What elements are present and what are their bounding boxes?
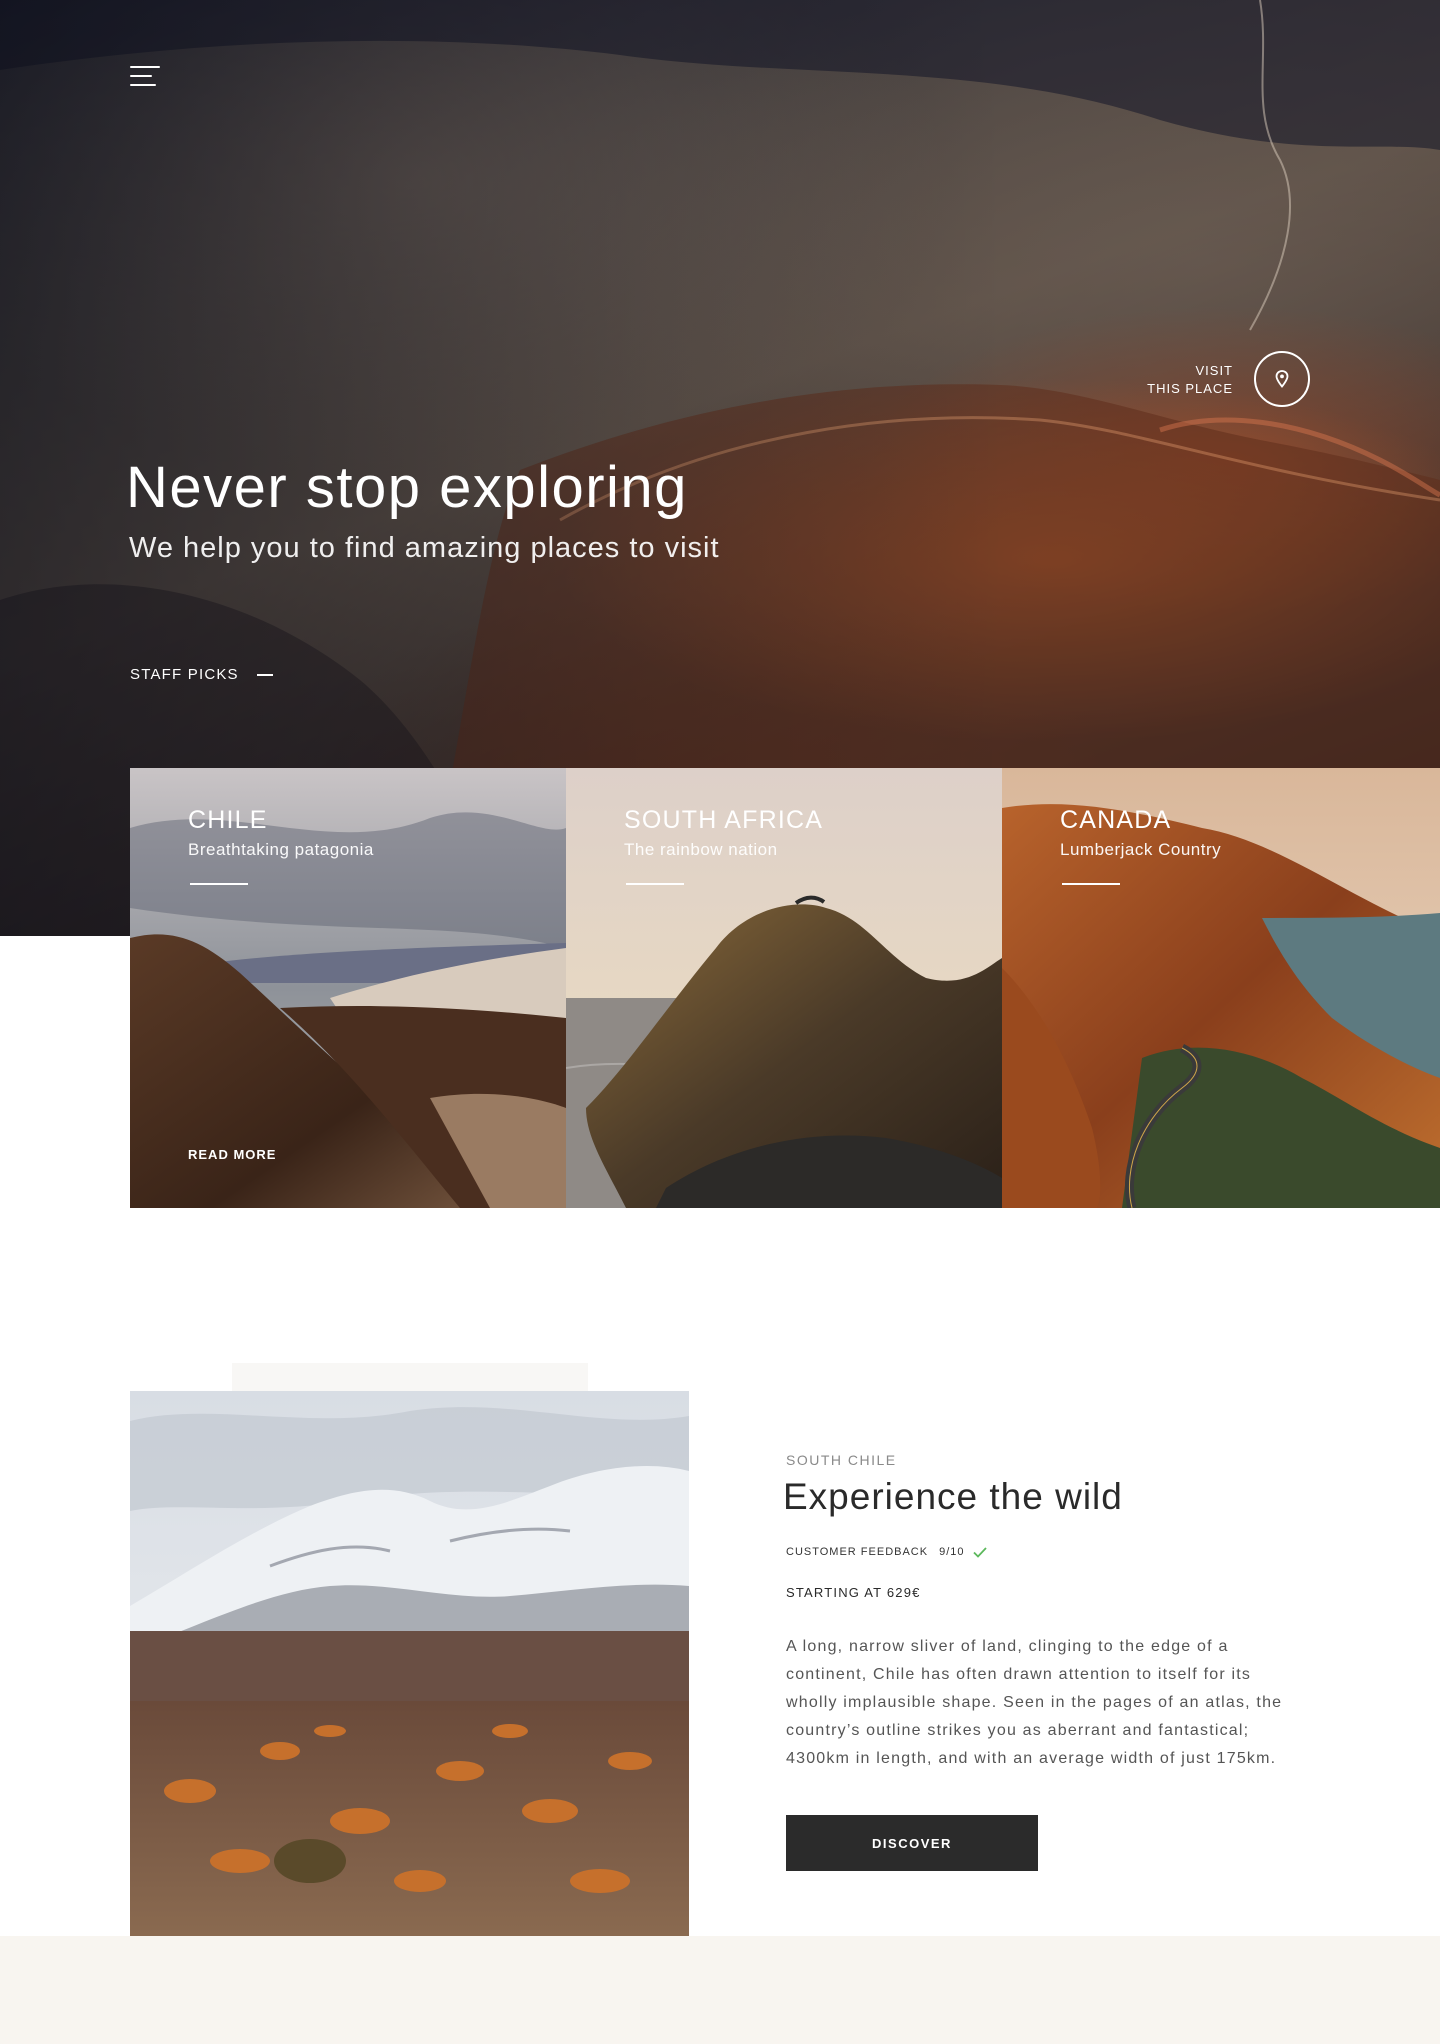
feature-description: A long, narrow sliver of land, clinging … [786, 1638, 1283, 1767]
snowy-mountain-image [130, 1391, 689, 1936]
hero-title: Never stop exploring [126, 455, 688, 520]
card-title: SOUTH AFRICA [624, 806, 824, 834]
staff-picks-link[interactable]: STAFF PICKS [130, 666, 273, 683]
visit-place-button[interactable] [1254, 351, 1310, 407]
dash-icon [256, 673, 273, 676]
feature-image [130, 1391, 689, 1936]
feedback-label: CUSTOMER FEEDBACK [786, 1546, 929, 1558]
visit-this-place-label[interactable]: VISIT THIS PLACE [1147, 362, 1233, 398]
destination-cards: CHILE Breathtaking patagonia READ MORE S… [130, 768, 1440, 1208]
feature-eyebrow: SOUTH CHILE [786, 1452, 897, 1468]
visit-line-2: THIS PLACE [1147, 381, 1233, 396]
hamburger-menu-icon[interactable] [130, 66, 162, 88]
price-label: STARTING AT 629€ [786, 1585, 921, 1600]
customer-feedback: CUSTOMER FEEDBACK 9/10 [786, 1546, 987, 1558]
card-title: CHILE [188, 806, 268, 834]
card-divider [190, 883, 248, 885]
staff-picks-label: STAFF PICKS [130, 666, 239, 683]
map-pin-icon [1275, 370, 1289, 388]
card-subtitle: Breathtaking patagonia [188, 840, 374, 859]
destination-card-canada[interactable]: CANADA Lumberjack Country [1002, 768, 1440, 1208]
card-divider [1062, 883, 1120, 885]
card-title: CANADA [1060, 806, 1172, 834]
card-subtitle: Lumberjack Country [1060, 840, 1222, 859]
visit-line-1: VISIT [1195, 363, 1233, 378]
footer-band [0, 1936, 1440, 2044]
hero-subtitle: We help you to find amazing places to vi… [129, 532, 720, 564]
checkmark-icon [972, 1546, 987, 1558]
read-more-link[interactable]: READ MORE [188, 1147, 276, 1162]
feature-title: Experience the wild [783, 1476, 1123, 1517]
card-subtitle: The rainbow nation [624, 840, 778, 859]
card-divider [626, 883, 684, 885]
destination-card-chile[interactable]: CHILE Breathtaking patagonia READ MORE [130, 768, 566, 1208]
destination-card-south-africa[interactable]: SOUTH AFRICA The rainbow nation [566, 768, 1002, 1208]
feedback-score: 9/10 [939, 1546, 965, 1558]
discover-button[interactable]: DISCOVER [786, 1815, 1038, 1871]
